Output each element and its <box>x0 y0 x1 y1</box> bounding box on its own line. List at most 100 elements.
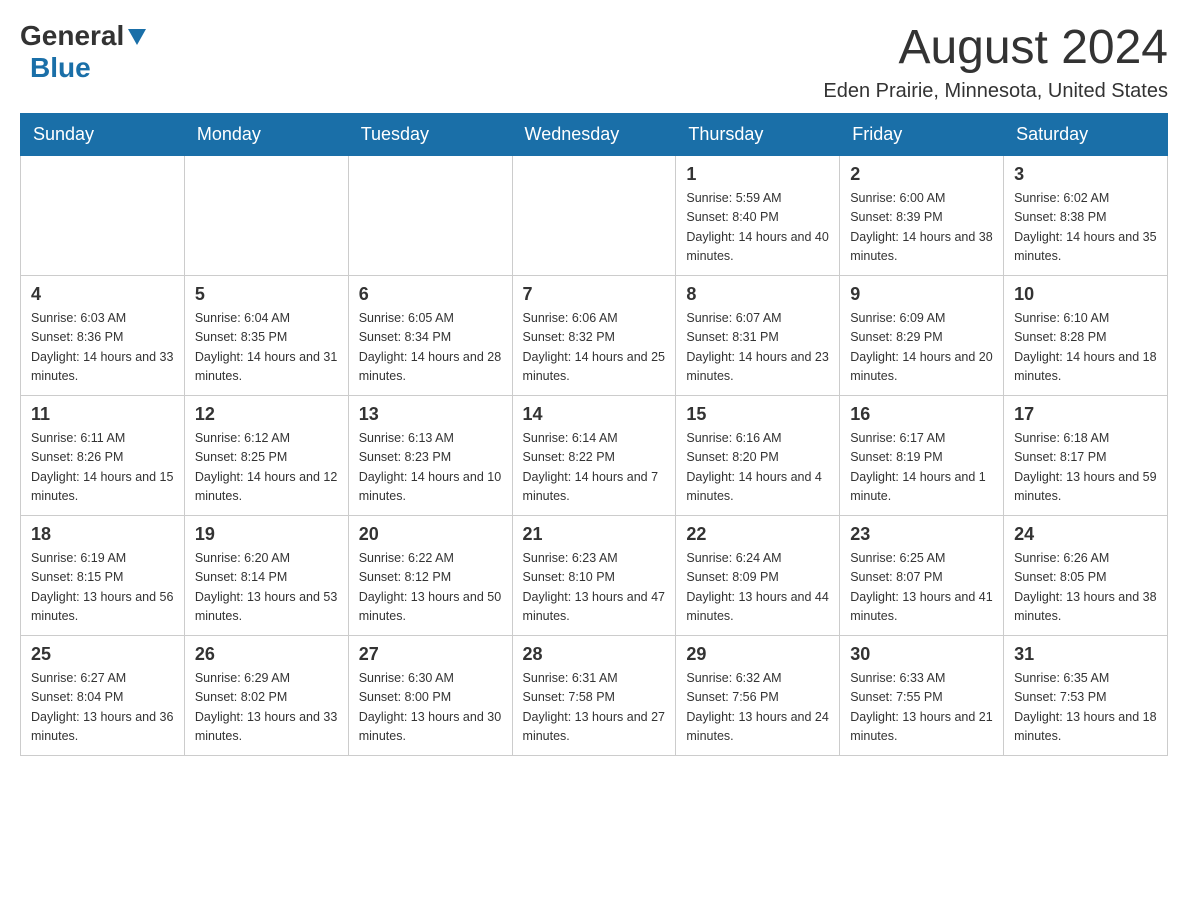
day-info: Sunrise: 6:33 AMSunset: 7:55 PMDaylight:… <box>850 669 993 747</box>
calendar-week-row: 4 Sunrise: 6:03 AMSunset: 8:36 PMDaylight… <box>21 276 1168 396</box>
column-header-monday: Monday <box>184 114 348 156</box>
calendar-day-cell: 8 Sunrise: 6:07 AMSunset: 8:31 PMDaylight… <box>676 276 840 396</box>
day-number: 19 <box>195 524 338 545</box>
logo-general-text: General <box>20 20 124 52</box>
logo-triangle-icon <box>126 25 148 47</box>
day-info: Sunrise: 6:16 AMSunset: 8:20 PMDaylight:… <box>686 429 829 507</box>
day-info: Sunrise: 6:07 AMSunset: 8:31 PMDaylight:… <box>686 309 829 387</box>
day-info: Sunrise: 6:29 AMSunset: 8:02 PMDaylight:… <box>195 669 338 747</box>
day-number: 5 <box>195 284 338 305</box>
day-number: 23 <box>850 524 993 545</box>
day-info: Sunrise: 6:17 AMSunset: 8:19 PMDaylight:… <box>850 429 993 507</box>
day-info: Sunrise: 6:03 AMSunset: 8:36 PMDaylight:… <box>31 309 174 387</box>
calendar-day-cell: 24 Sunrise: 6:26 AMSunset: 8:05 PMDayligh… <box>1004 516 1168 636</box>
calendar-day-cell: 5 Sunrise: 6:04 AMSunset: 8:35 PMDaylight… <box>184 276 348 396</box>
calendar-day-cell <box>348 156 512 276</box>
day-info: Sunrise: 6:23 AMSunset: 8:10 PMDaylight:… <box>523 549 666 627</box>
day-info: Sunrise: 6:20 AMSunset: 8:14 PMDaylight:… <box>195 549 338 627</box>
calendar-header-row: SundayMondayTuesdayWednesdayThursdayFrid… <box>21 114 1168 156</box>
day-number: 15 <box>686 404 829 425</box>
day-info: Sunrise: 6:31 AMSunset: 7:58 PMDaylight:… <box>523 669 666 747</box>
day-number: 7 <box>523 284 666 305</box>
calendar-day-cell: 22 Sunrise: 6:24 AMSunset: 8:09 PMDayligh… <box>676 516 840 636</box>
day-info: Sunrise: 6:09 AMSunset: 8:29 PMDaylight:… <box>850 309 993 387</box>
day-info: Sunrise: 6:25 AMSunset: 8:07 PMDaylight:… <box>850 549 993 627</box>
column-header-friday: Friday <box>840 114 1004 156</box>
day-info: Sunrise: 6:22 AMSunset: 8:12 PMDaylight:… <box>359 549 502 627</box>
day-number: 25 <box>31 644 174 665</box>
calendar-day-cell: 19 Sunrise: 6:20 AMSunset: 8:14 PMDayligh… <box>184 516 348 636</box>
calendar-week-row: 11Sunrise: 6:11 AMSunset: 8:26 PMDayligh… <box>21 396 1168 516</box>
day-number: 13 <box>359 404 502 425</box>
calendar-day-cell: 9Sunrise: 6:09 AMSunset: 8:29 PMDaylight… <box>840 276 1004 396</box>
day-number: 3 <box>1014 164 1157 185</box>
day-number: 8 <box>686 284 829 305</box>
day-number: 31 <box>1014 644 1157 665</box>
day-number: 16 <box>850 404 993 425</box>
day-info: Sunrise: 6:06 AMSunset: 8:32 PMDaylight:… <box>523 309 666 387</box>
calendar-day-cell: 23 Sunrise: 6:25 AMSunset: 8:07 PMDayligh… <box>840 516 1004 636</box>
day-info: Sunrise: 6:13 AMSunset: 8:23 PMDaylight:… <box>359 429 502 507</box>
calendar-day-cell: 14Sunrise: 6:14 AMSunset: 8:22 PMDayligh… <box>512 396 676 516</box>
day-number: 22 <box>686 524 829 545</box>
calendar-day-cell: 21Sunrise: 6:23 AMSunset: 8:10 PMDayligh… <box>512 516 676 636</box>
day-number: 6 <box>359 284 502 305</box>
day-number: 12 <box>195 404 338 425</box>
calendar-day-cell: 31Sunrise: 6:35 AMSunset: 7:53 PMDayligh… <box>1004 636 1168 756</box>
calendar-day-cell: 30 Sunrise: 6:33 AMSunset: 7:55 PMDayligh… <box>840 636 1004 756</box>
column-header-sunday: Sunday <box>21 114 185 156</box>
calendar-day-cell: 20Sunrise: 6:22 AMSunset: 8:12 PMDayligh… <box>348 516 512 636</box>
day-number: 24 <box>1014 524 1157 545</box>
day-number: 10 <box>1014 284 1157 305</box>
calendar-day-cell: 28Sunrise: 6:31 AMSunset: 7:58 PMDayligh… <box>512 636 676 756</box>
column-header-thursday: Thursday <box>676 114 840 156</box>
day-number: 30 <box>850 644 993 665</box>
logo-blue-text: Blue <box>30 52 91 83</box>
day-info: Sunrise: 6:26 AMSunset: 8:05 PMDaylight:… <box>1014 549 1157 627</box>
logo: General Blue <box>20 20 148 84</box>
calendar-day-cell: 27Sunrise: 6:30 AMSunset: 8:00 PMDayligh… <box>348 636 512 756</box>
calendar-day-cell: 13 Sunrise: 6:13 AMSunset: 8:23 PMDayligh… <box>348 396 512 516</box>
calendar-day-cell: 18Sunrise: 6:19 AMSunset: 8:15 PMDayligh… <box>21 516 185 636</box>
calendar-day-cell <box>512 156 676 276</box>
day-number: 4 <box>31 284 174 305</box>
calendar-table: SundayMondayTuesdayWednesdayThursdayFrid… <box>20 113 1168 756</box>
day-number: 29 <box>686 644 829 665</box>
calendar-day-cell <box>184 156 348 276</box>
day-info: Sunrise: 6:18 AMSunset: 8:17 PMDaylight:… <box>1014 429 1157 507</box>
calendar-day-cell: 11Sunrise: 6:11 AMSunset: 8:26 PMDayligh… <box>21 396 185 516</box>
calendar-week-row: 25 Sunrise: 6:27 AMSunset: 8:04 PMDayligh… <box>21 636 1168 756</box>
calendar-day-cell: 10Sunrise: 6:10 AMSunset: 8:28 PMDayligh… <box>1004 276 1168 396</box>
day-info: Sunrise: 6:04 AMSunset: 8:35 PMDaylight:… <box>195 309 338 387</box>
day-info: Sunrise: 6:19 AMSunset: 8:15 PMDaylight:… <box>31 549 174 627</box>
calendar-day-cell: 12 Sunrise: 6:12 AMSunset: 8:25 PMDayligh… <box>184 396 348 516</box>
calendar-day-cell: 15 Sunrise: 6:16 AMSunset: 8:20 PMDayligh… <box>676 396 840 516</box>
calendar-day-cell: 17 Sunrise: 6:18 AMSunset: 8:17 PMDayligh… <box>1004 396 1168 516</box>
calendar-week-row: 18Sunrise: 6:19 AMSunset: 8:15 PMDayligh… <box>21 516 1168 636</box>
calendar-day-cell: 4 Sunrise: 6:03 AMSunset: 8:36 PMDaylight… <box>21 276 185 396</box>
calendar-day-cell: 16 Sunrise: 6:17 AMSunset: 8:19 PMDayligh… <box>840 396 1004 516</box>
day-info: Sunrise: 6:24 AMSunset: 8:09 PMDaylight:… <box>686 549 829 627</box>
calendar-day-cell: 7 Sunrise: 6:06 AMSunset: 8:32 PMDaylight… <box>512 276 676 396</box>
day-number: 1 <box>686 164 829 185</box>
day-info: Sunrise: 6:02 AMSunset: 8:38 PMDaylight:… <box>1014 189 1157 267</box>
day-info: Sunrise: 6:00 AMSunset: 8:39 PMDaylight:… <box>850 189 993 267</box>
day-number: 17 <box>1014 404 1157 425</box>
column-header-tuesday: Tuesday <box>348 114 512 156</box>
column-header-wednesday: Wednesday <box>512 114 676 156</box>
calendar-day-cell: 3 Sunrise: 6:02 AMSunset: 8:38 PMDaylight… <box>1004 156 1168 276</box>
day-info: Sunrise: 6:05 AMSunset: 8:34 PMDaylight:… <box>359 309 502 387</box>
day-number: 2 <box>850 164 993 185</box>
calendar-day-cell: 26Sunrise: 6:29 AMSunset: 8:02 PMDayligh… <box>184 636 348 756</box>
calendar-day-cell: 25 Sunrise: 6:27 AMSunset: 8:04 PMDayligh… <box>21 636 185 756</box>
day-number: 11 <box>31 404 174 425</box>
title-section: August 2024 Eden Prairie, Minnesota, Uni… <box>823 20 1168 103</box>
calendar-day-cell: 29Sunrise: 6:32 AMSunset: 7:56 PMDayligh… <box>676 636 840 756</box>
calendar-day-cell: 2 Sunrise: 6:00 AMSunset: 8:39 PMDaylight… <box>840 156 1004 276</box>
day-number: 14 <box>523 404 666 425</box>
calendar-week-row: 1 Sunrise: 5:59 AMSunset: 8:40 PMDaylight… <box>21 156 1168 276</box>
day-info: Sunrise: 5:59 AMSunset: 8:40 PMDaylight:… <box>686 189 829 267</box>
day-info: Sunrise: 6:12 AMSunset: 8:25 PMDaylight:… <box>195 429 338 507</box>
page-header: General Blue August 2024 Eden Prairie, M… <box>20 20 1168 103</box>
day-info: Sunrise: 6:27 AMSunset: 8:04 PMDaylight:… <box>31 669 174 747</box>
